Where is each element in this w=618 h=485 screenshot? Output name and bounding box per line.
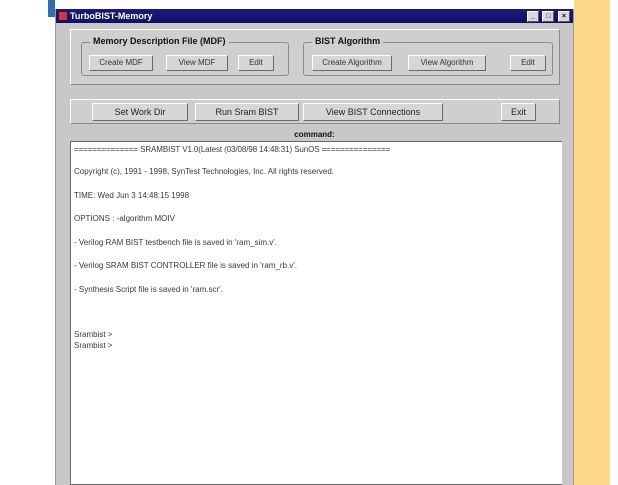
app-window: TurboBIST-Memory _ □ × Memory Descriptio… — [55, 9, 574, 485]
create-algorithm-button[interactable]: Create Algorithm — [312, 55, 392, 71]
view-algorithm-button[interactable]: View Algorithm — [408, 55, 486, 71]
console-line: TIME: Wed Jun 3 14:48:15 1998 — [74, 191, 190, 200]
edit-mdf-button[interactable]: Edit — [238, 55, 274, 71]
window-controls: _ □ × — [526, 11, 570, 25]
bist-algorithm-group-label: BIST Algorithm — [312, 36, 384, 46]
file-panel: Memory Description File (MDF) Create MDF… — [70, 29, 560, 85]
command-label: command: — [294, 130, 335, 139]
bist-algorithm-group: BIST Algorithm Create Algorithm View Alg… — [303, 36, 553, 76]
console-line: OPTIONS : -algorithm MOIV — [74, 214, 175, 223]
app-icon — [59, 12, 67, 20]
mdf-group: Memory Description File (MDF) Create MDF… — [81, 36, 289, 76]
console-line: - Verilog SRAM BIST CONTROLLER file is s… — [74, 261, 297, 270]
mdf-group-label: Memory Description File (MDF) — [90, 36, 229, 46]
exit-button[interactable]: Exit — [501, 103, 536, 121]
action-bar: Set Work Dir Run Sram BIST View BIST Con… — [70, 99, 560, 124]
command-output[interactable]: ============== SRAMBIST V1.0(Latest (03/… — [70, 141, 562, 485]
title-bar[interactable]: TurboBIST-Memory _ □ × — [56, 9, 573, 23]
console-line: Copyright (c), 1991 - 1998, SynTest Tech… — [74, 167, 334, 176]
desktop-background-panel — [574, 0, 610, 485]
view-mdf-button[interactable]: View MDF — [166, 55, 228, 71]
run-sram-bist-button[interactable]: Run Sram BIST — [195, 103, 299, 121]
console-line: - Verilog RAM BIST testbench file is sav… — [74, 238, 277, 247]
edit-algorithm-button[interactable]: Edit — [510, 55, 546, 71]
window-title: TurboBIST-Memory — [70, 11, 153, 21]
view-bist-connections-button[interactable]: View BIST Connections — [303, 103, 443, 121]
minimize-icon[interactable]: _ — [526, 11, 539, 22]
console-line: - Synthesis Script file is saved in 'ram… — [74, 285, 223, 294]
console-line: Srambist > — [74, 341, 113, 350]
console-line: Srambist > — [74, 330, 113, 339]
create-mdf-button[interactable]: Create MDF — [89, 55, 153, 71]
maximize-icon[interactable]: □ — [542, 11, 555, 22]
desktop-background-strip — [48, 0, 55, 17]
console-line: ============== SRAMBIST V1.0(Latest (03/… — [74, 145, 391, 154]
close-icon[interactable]: × — [558, 11, 570, 22]
set-work-dir-button[interactable]: Set Work Dir — [92, 103, 188, 121]
